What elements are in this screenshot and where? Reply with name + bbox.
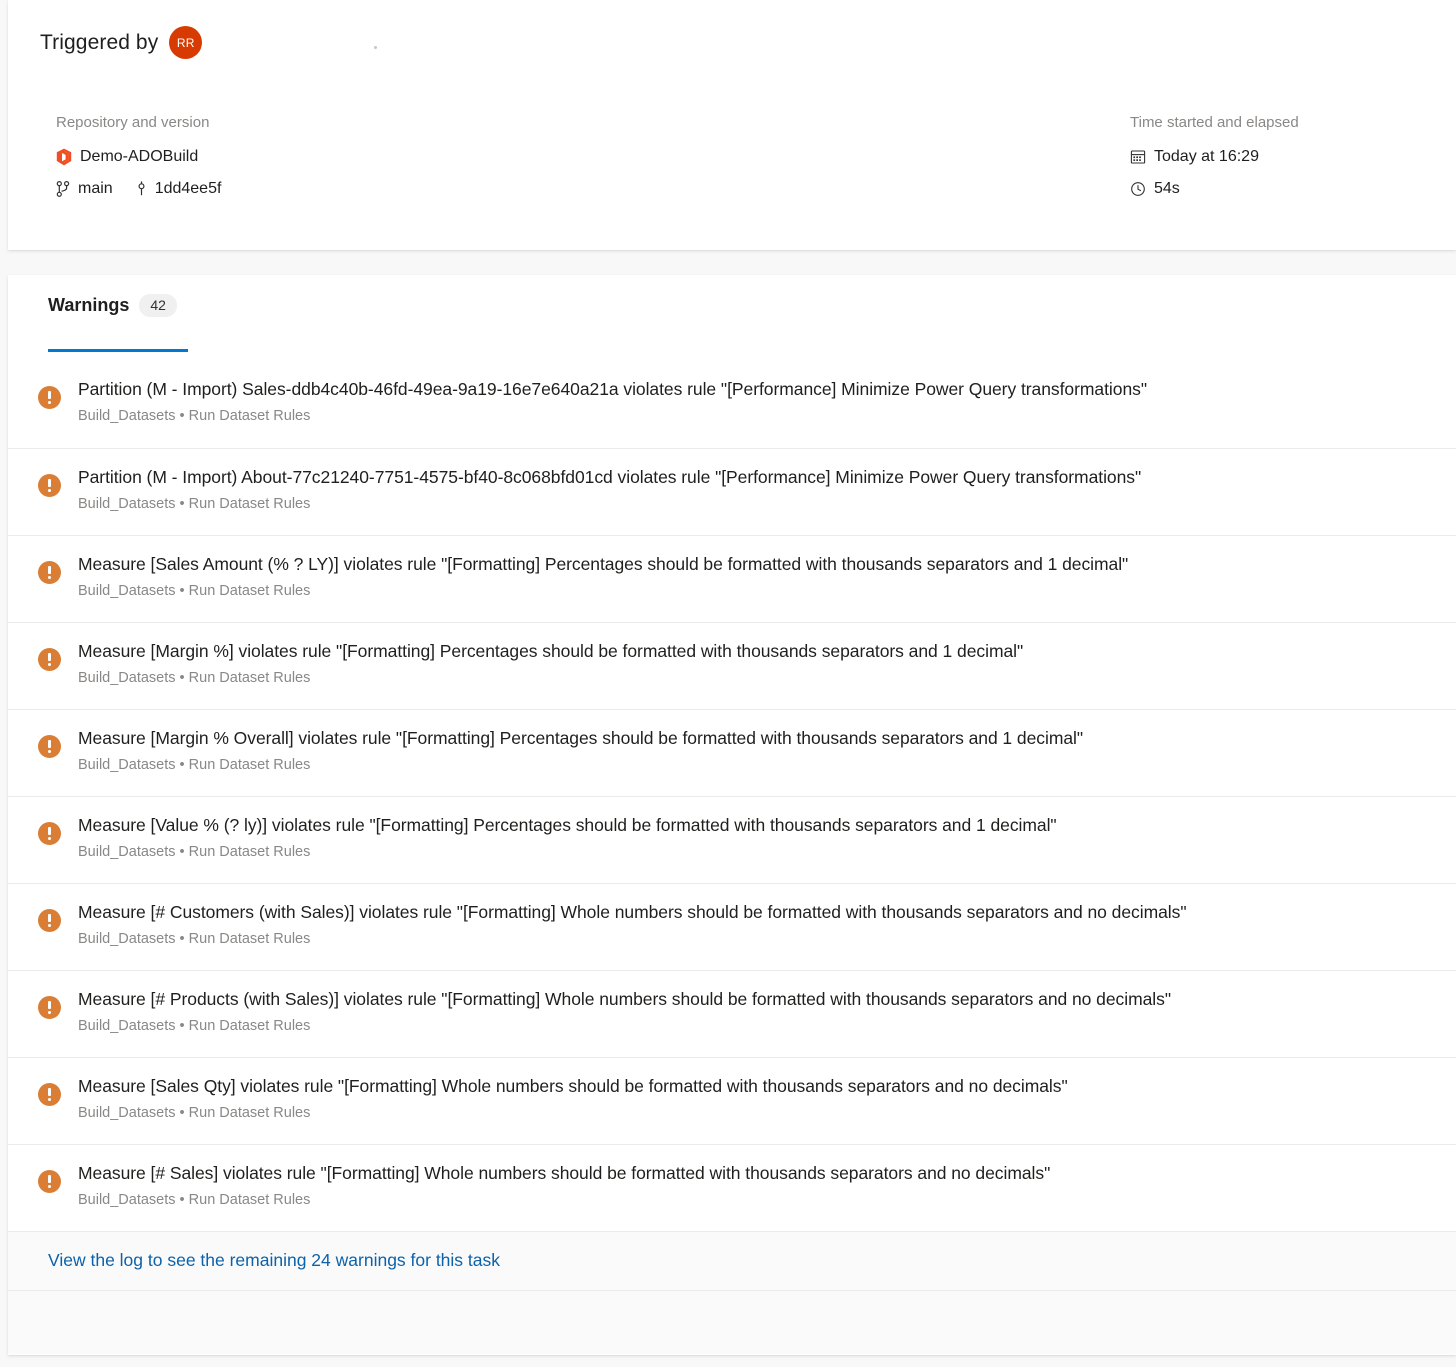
- clock-icon: [1130, 180, 1146, 198]
- warning-source: Build_Datasets • Run Dataset Rules: [78, 1103, 1068, 1124]
- warning-row[interactable]: Measure [Value % (? ly)] violates rule "…: [8, 796, 1456, 883]
- warning-content: Measure [# Products (with Sales)] violat…: [78, 987, 1171, 1037]
- warning-icon: [38, 648, 61, 671]
- build-results-page: Triggered by RR Repository and version D…: [0, 0, 1456, 1367]
- time-elapsed-value: 54s: [1154, 177, 1180, 201]
- time-started-and-elapsed-column: Time started and elapsed: [1130, 112, 1299, 209]
- warning-list: Partition (M - Import) Sales-ddb4c40b-46…: [8, 361, 1456, 1354]
- warning-row[interactable]: Measure [Margin % Overall] violates rule…: [8, 709, 1456, 796]
- warning-message: Measure [Margin % Overall] violates rule…: [78, 726, 1083, 751]
- time-heading: Time started and elapsed: [1130, 112, 1299, 134]
- git-branch-icon: [56, 180, 70, 198]
- tab-warnings-label: Warnings: [48, 293, 129, 317]
- warning-row[interactable]: Measure [Sales Qty] violates rule "[Form…: [8, 1057, 1456, 1144]
- warning-row[interactable]: Measure [Margin %] violates rule "[Forma…: [8, 622, 1456, 709]
- warning-message: Partition (M - Import) Sales-ddb4c40b-46…: [78, 377, 1147, 402]
- triggered-by-label: Triggered by: [40, 29, 158, 57]
- warning-source: Build_Datasets • Run Dataset Rules: [78, 929, 1187, 950]
- warning-message: Partition (M - Import) About-77c21240-77…: [78, 465, 1141, 490]
- warning-source: Build_Datasets • Run Dataset Rules: [78, 668, 1023, 689]
- warning-message: Measure [Sales Amount (% ? LY)] violates…: [78, 552, 1128, 577]
- branch-group[interactable]: main: [56, 177, 136, 201]
- warning-icon: [38, 996, 61, 1019]
- repository-and-version-column: Repository and version Demo-ADOBuild: [56, 112, 221, 209]
- triggered-by: Triggered by RR: [40, 26, 202, 59]
- warning-source: Build_Datasets • Run Dataset Rules: [78, 1016, 1171, 1037]
- warning-content: Measure [Margin %] violates rule "[Forma…: [78, 639, 1023, 689]
- warning-source: Build_Datasets • Run Dataset Rules: [78, 406, 1147, 427]
- warning-icon: [38, 561, 61, 584]
- time-started-value: Today at 16:29: [1154, 145, 1259, 169]
- warnings-card: Warnings 42 Partition (M - Import) Sales…: [8, 275, 1456, 1355]
- card-tail-spacer: [8, 1291, 1456, 1354]
- tab-warnings-count: 42: [139, 294, 177, 317]
- warning-icon: [38, 1170, 61, 1193]
- warning-row[interactable]: Measure [# Products (with Sales)] violat…: [8, 970, 1456, 1057]
- warning-message: Measure [# Products (with Sales)] violat…: [78, 987, 1171, 1012]
- branch-and-commit-row: main 1dd4ee5f: [56, 177, 221, 201]
- time-elapsed-row: 54s: [1130, 177, 1299, 201]
- warning-content: Measure [Value % (? ly)] violates rule "…: [78, 813, 1057, 863]
- repository-name: Demo-ADOBuild: [80, 145, 198, 169]
- commit-group[interactable]: 1dd4ee5f: [136, 177, 222, 201]
- warning-icon: [38, 386, 61, 409]
- tab-warnings[interactable]: Warnings 42: [48, 293, 177, 333]
- warning-row[interactable]: Measure [# Customers (with Sales)] viola…: [8, 883, 1456, 970]
- warning-content: Measure [Sales Qty] violates rule "[Form…: [78, 1074, 1068, 1124]
- warning-content: Measure [Sales Amount (% ? LY)] violates…: [78, 552, 1128, 602]
- warning-icon: [38, 822, 61, 845]
- warning-message: Measure [# Customers (with Sales)] viola…: [78, 900, 1187, 925]
- warning-source: Build_Datasets • Run Dataset Rules: [78, 581, 1128, 602]
- tab-selected-indicator: [48, 349, 188, 352]
- tab-bar: Warnings 42: [8, 275, 1456, 337]
- build-summary-card: Triggered by RR Repository and version D…: [8, 0, 1456, 250]
- warning-message: Measure [Margin %] violates rule "[Forma…: [78, 639, 1023, 664]
- warning-content: Partition (M - Import) About-77c21240-77…: [78, 465, 1141, 515]
- warning-row[interactable]: Partition (M - Import) About-77c21240-77…: [8, 448, 1456, 535]
- repository-name-row[interactable]: Demo-ADOBuild: [56, 145, 221, 169]
- warning-icon: [38, 1083, 61, 1106]
- warning-content: Measure [Margin % Overall] violates rule…: [78, 726, 1083, 776]
- warning-content: Partition (M - Import) Sales-ddb4c40b-46…: [78, 377, 1147, 427]
- warning-source: Build_Datasets • Run Dataset Rules: [78, 842, 1057, 863]
- view-log-link[interactable]: View the log to see the remaining 24 war…: [48, 1250, 500, 1270]
- warning-icon: [38, 474, 61, 497]
- warning-content: Measure [# Sales] violates rule "[Format…: [78, 1161, 1050, 1211]
- warnings-footer: View the log to see the remaining 24 war…: [8, 1231, 1456, 1291]
- warning-source: Build_Datasets • Run Dataset Rules: [78, 755, 1083, 776]
- warning-icon: [38, 909, 61, 932]
- warning-source: Build_Datasets • Run Dataset Rules: [78, 494, 1141, 515]
- warning-row[interactable]: Measure [# Sales] violates rule "[Format…: [8, 1144, 1456, 1231]
- azure-devops-repo-icon: [56, 148, 72, 166]
- calendar-icon: [1130, 148, 1146, 166]
- branch-name: main: [78, 177, 113, 201]
- warning-message: Measure [# Sales] violates rule "[Format…: [78, 1161, 1050, 1186]
- avatar[interactable]: RR: [169, 26, 202, 59]
- repository-heading: Repository and version: [56, 112, 221, 134]
- warning-icon: [38, 735, 61, 758]
- avatar-initials: RR: [177, 36, 195, 50]
- commit-hash: 1dd4ee5f: [155, 177, 222, 201]
- warning-row[interactable]: Measure [Sales Amount (% ? LY)] violates…: [8, 535, 1456, 622]
- time-started-row: Today at 16:29: [1130, 145, 1299, 169]
- warning-message: Measure [Value % (? ly)] violates rule "…: [78, 813, 1057, 838]
- warning-content: Measure [# Customers (with Sales)] viola…: [78, 900, 1187, 950]
- decorative-dot: [374, 46, 377, 49]
- warning-row[interactable]: Partition (M - Import) Sales-ddb4c40b-46…: [8, 361, 1456, 448]
- warning-message: Measure [Sales Qty] violates rule "[Form…: [78, 1074, 1068, 1099]
- warning-source: Build_Datasets • Run Dataset Rules: [78, 1190, 1050, 1211]
- git-commit-icon: [136, 180, 147, 198]
